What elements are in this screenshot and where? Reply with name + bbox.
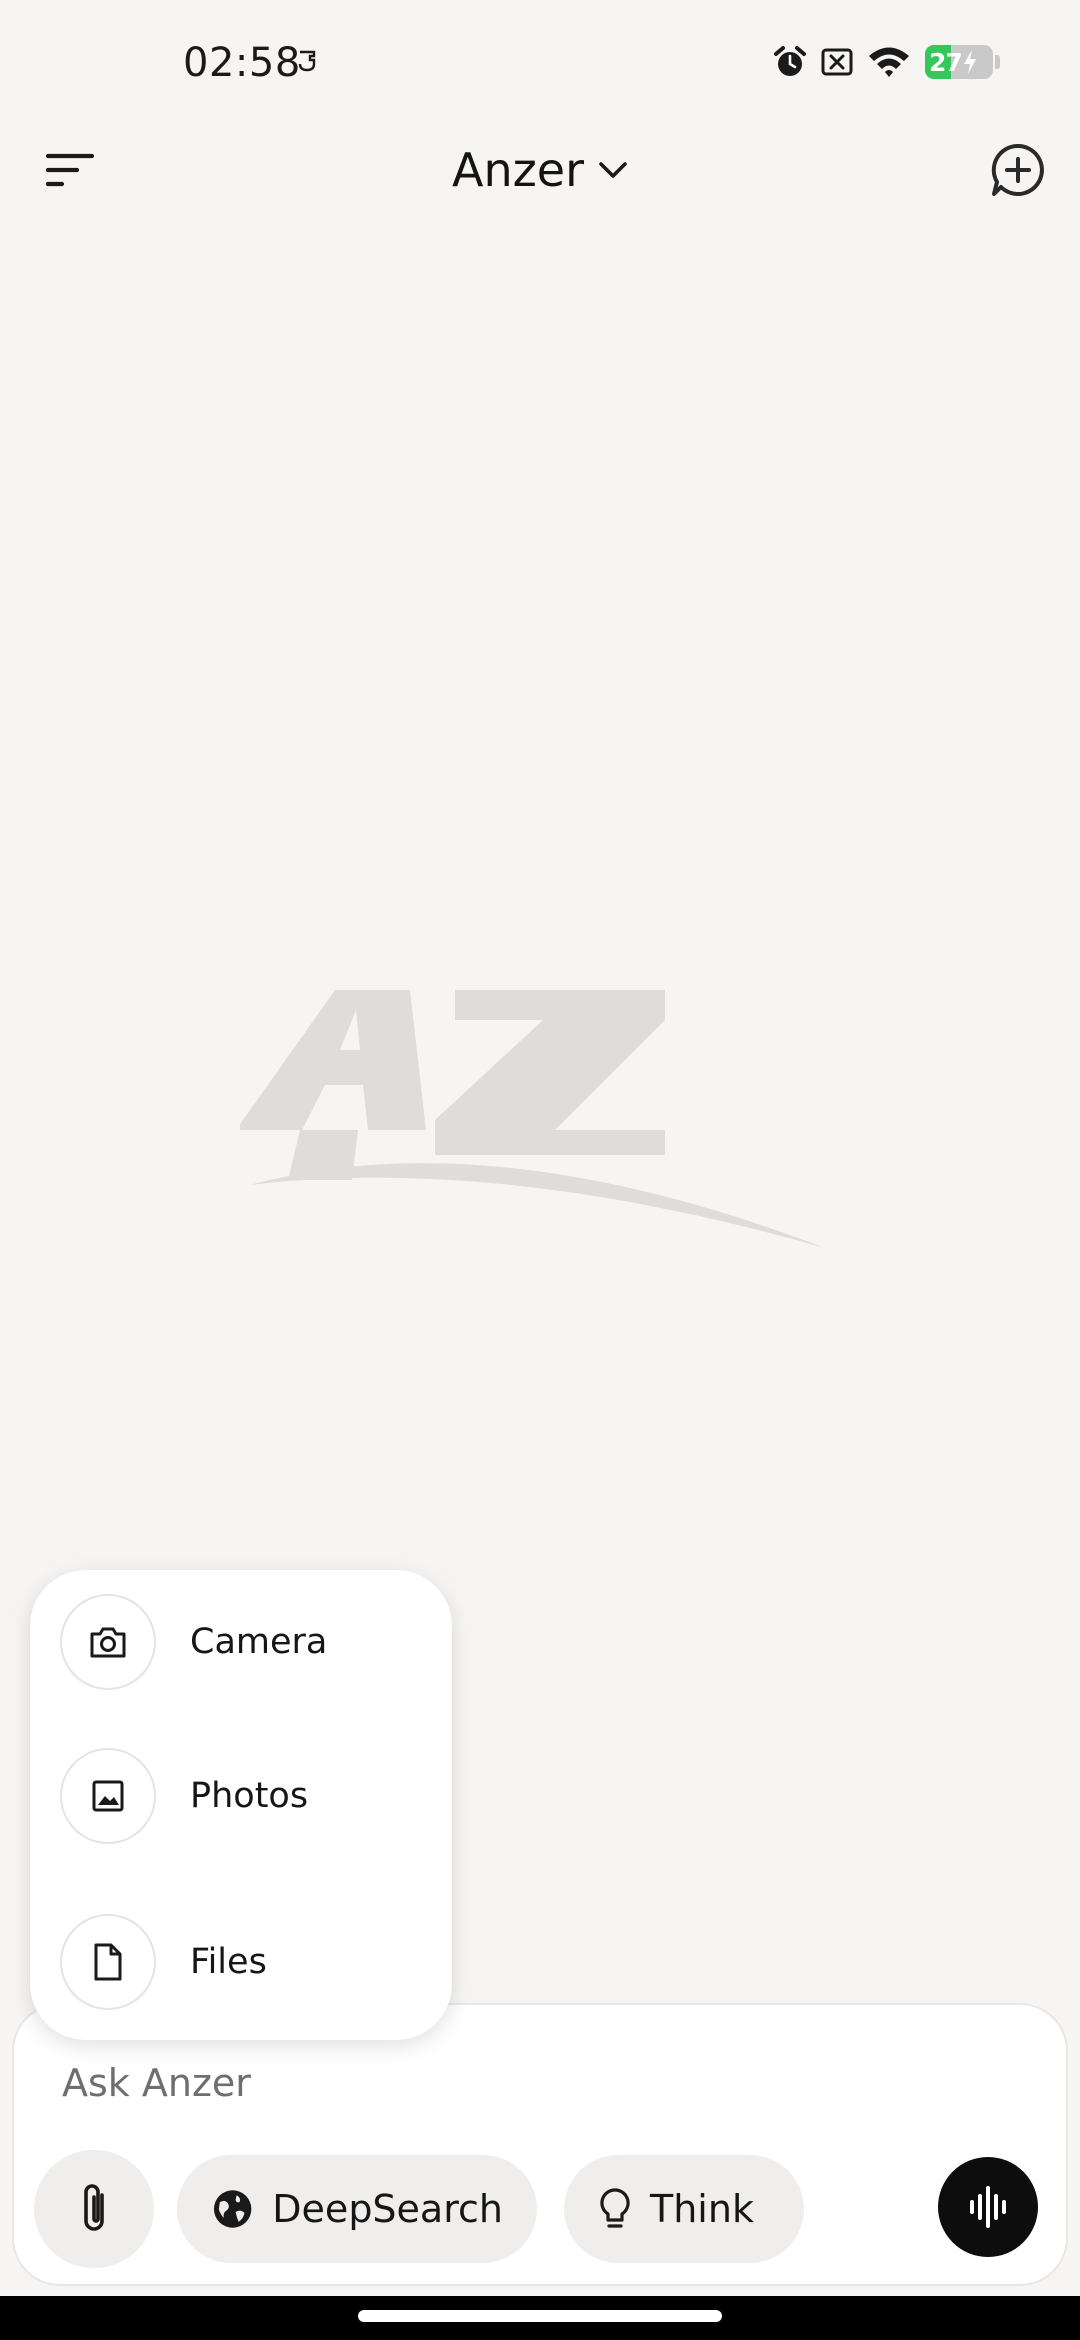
deepsearch-button[interactable]: DeepSearch — [177, 2155, 537, 2263]
attach-button[interactable] — [34, 2150, 154, 2268]
lightbulb-icon — [600, 2188, 630, 2228]
status-bar: 02:58 27 — [0, 0, 1080, 130]
status-time: 02:58 — [183, 40, 301, 86]
home-indicator[interactable] — [358, 2310, 722, 2322]
think-button[interactable]: Think — [564, 2155, 804, 2263]
file-icon — [60, 1914, 156, 2010]
chevron-down-icon — [599, 162, 627, 178]
battery-charging-icon: 27 — [925, 45, 993, 79]
image-icon — [60, 1748, 156, 1844]
voice-wave-icon — [970, 2186, 1006, 2228]
message-input[interactable]: Ask Anzer — [62, 2061, 251, 2105]
wifi-icon — [869, 47, 909, 77]
anzer-logo — [240, 990, 825, 1248]
page-title: Anzer — [452, 143, 584, 197]
globe-icon — [213, 2190, 252, 2228]
attach-camera-label: Camera — [190, 1622, 328, 1662]
alarm-icon — [774, 46, 806, 76]
attach-files-label: Files — [190, 1942, 267, 1982]
no-sim-icon — [821, 48, 853, 76]
attach-files-option[interactable]: Files — [60, 1914, 267, 2010]
model-selector[interactable]: Anzer — [0, 140, 1080, 200]
notification-icon — [298, 50, 316, 72]
think-label: Think — [650, 2187, 754, 2231]
status-icons: 27 — [773, 42, 1000, 82]
attach-photos-label: Photos — [190, 1776, 309, 1816]
attachment-menu: Camera Photos Files — [30, 1570, 452, 2040]
attach-camera-option[interactable]: Camera — [60, 1594, 327, 1690]
paperclip-icon — [84, 2184, 104, 2231]
camera-icon — [60, 1594, 156, 1690]
composer: Ask Anzer DeepSearch Think — [12, 2003, 1068, 2286]
deepsearch-label: DeepSearch — [272, 2187, 503, 2231]
new-chat-button[interactable] — [986, 138, 1050, 202]
voice-button[interactable] — [938, 2157, 1038, 2257]
new-chat-icon — [991, 143, 1044, 196]
attach-photos-option[interactable]: Photos — [60, 1748, 308, 1844]
system-nav-bar — [0, 2296, 1080, 2340]
battery-level: 27 — [929, 47, 963, 77]
screen: 02:58 27 Anzer Camera Photos Files Ask A… — [0, 0, 1080, 2340]
